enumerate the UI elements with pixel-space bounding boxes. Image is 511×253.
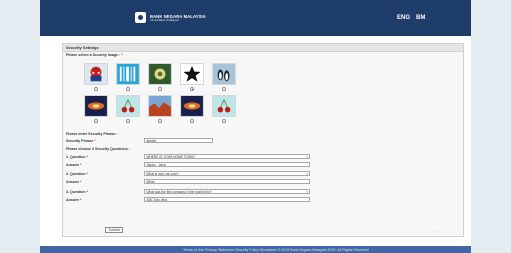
question-1-select[interactable]: WHERE IS YOUR HOME TOWN? ▾ — [144, 154, 310, 159]
answer-2-input[interactable]: White — [144, 179, 310, 184]
security-image-9[interactable] — [180, 95, 204, 117]
bank-logo-icon — [135, 12, 146, 23]
security-settings-panel: Security Settings Please select a Securi… — [62, 43, 464, 237]
cherries-icon — [117, 96, 139, 116]
question-3-label: 3. Question * — [66, 190, 88, 194]
image-radio-1[interactable] — [94, 87, 98, 91]
questions-section-label: Please choose 3 Security Questions : — [66, 147, 130, 151]
lang-eng-link[interactable]: ENG — [397, 15, 410, 21]
security-image-7[interactable] — [116, 95, 140, 117]
lang-bm-link[interactable]: BM — [416, 15, 425, 21]
bank-logo-text: BANK NEGARA MALAYSIA Central Bank of Mal… — [150, 14, 206, 22]
image-radio-10[interactable] — [222, 119, 226, 123]
chevron-down-icon: ▾ — [306, 190, 308, 194]
submit-button[interactable]: Submit — [105, 227, 123, 233]
image-radio-2[interactable] — [126, 87, 130, 91]
question-1-value: WHERE IS YOUR HOME TOWN? — [146, 155, 196, 159]
spiderman-icon — [85, 64, 107, 84]
image-radio-8[interactable] — [158, 119, 162, 123]
security-image-8[interactable] — [148, 95, 172, 117]
image-radio-4[interactable] — [190, 87, 194, 91]
phrase-section-label: Please enter Security Phrase : — [66, 132, 118, 136]
security-image-4[interactable] — [180, 63, 204, 85]
page-frame: BANK NEGARA MALAYSIA Central Bank of Mal… — [40, 0, 471, 253]
corner-dots: · · · · · · — [430, 230, 442, 234]
header-bar: BANK NEGARA MALAYSIA Central Bank of Mal… — [40, 0, 471, 36]
image-radio-9[interactable] — [190, 119, 194, 123]
answer-3-input[interactable]: ABC Sdn. Bhd. — [144, 197, 310, 202]
footer-bar: Terms of Use Privacy Statement Security … — [40, 246, 471, 253]
security-image-5[interactable] — [212, 63, 236, 85]
question-2-value: What is your car color? — [146, 172, 180, 176]
canyon-icon — [149, 96, 171, 116]
security-image-1[interactable] — [84, 63, 108, 85]
bank-subtitle: Central Bank of Malaysia — [150, 18, 179, 22]
security-image-10[interactable] — [212, 95, 236, 117]
security-image-6[interactable] — [84, 95, 108, 117]
phrase-label: Security Phrase * — [66, 139, 96, 143]
answer-2-label: Answer * — [66, 180, 82, 184]
galaxy-icon — [85, 96, 107, 116]
barcode-icon — [117, 64, 139, 84]
question-3-select[interactable]: What was the first company I ever worked… — [144, 189, 310, 194]
panel-title: Security Settings — [63, 44, 463, 52]
answer-1-label: Answer * — [66, 163, 82, 167]
security-image-3[interactable] — [148, 63, 172, 85]
bank-logo[interactable]: BANK NEGARA MALAYSIA Central Bank of Mal… — [135, 12, 206, 23]
select-image-label: Please select a Security Image : * — [66, 53, 123, 57]
cherries-icon — [213, 96, 235, 116]
answer-1-input[interactable]: Studio , Johor — [144, 162, 310, 167]
chevron-down-icon: ▾ — [306, 155, 308, 159]
image-radio-7[interactable] — [126, 119, 130, 123]
image-radio-6[interactable] — [94, 119, 98, 123]
galaxy-icon — [181, 96, 203, 116]
question-2-label: 2. Question * — [66, 172, 88, 176]
security-phrase-input[interactable]: abcdef — [144, 138, 213, 143]
question-2-select[interactable]: What is your car color? ▾ — [144, 171, 310, 176]
answer-3-label: Answer * — [66, 198, 82, 202]
footer-links[interactable]: Terms of Use Privacy Statement Security … — [183, 248, 369, 252]
question-1-label: 1. Question * — [66, 155, 88, 159]
flower-icon — [149, 64, 171, 84]
image-radio-3[interactable] — [158, 87, 162, 91]
star-icon — [181, 64, 203, 84]
penguins-icon — [213, 64, 235, 84]
security-image-2[interactable] — [116, 63, 140, 85]
image-radio-5[interactable] — [222, 87, 226, 91]
question-3-value: What was the first company I ever worked… — [146, 190, 213, 194]
chevron-down-icon: ▾ — [306, 172, 308, 176]
